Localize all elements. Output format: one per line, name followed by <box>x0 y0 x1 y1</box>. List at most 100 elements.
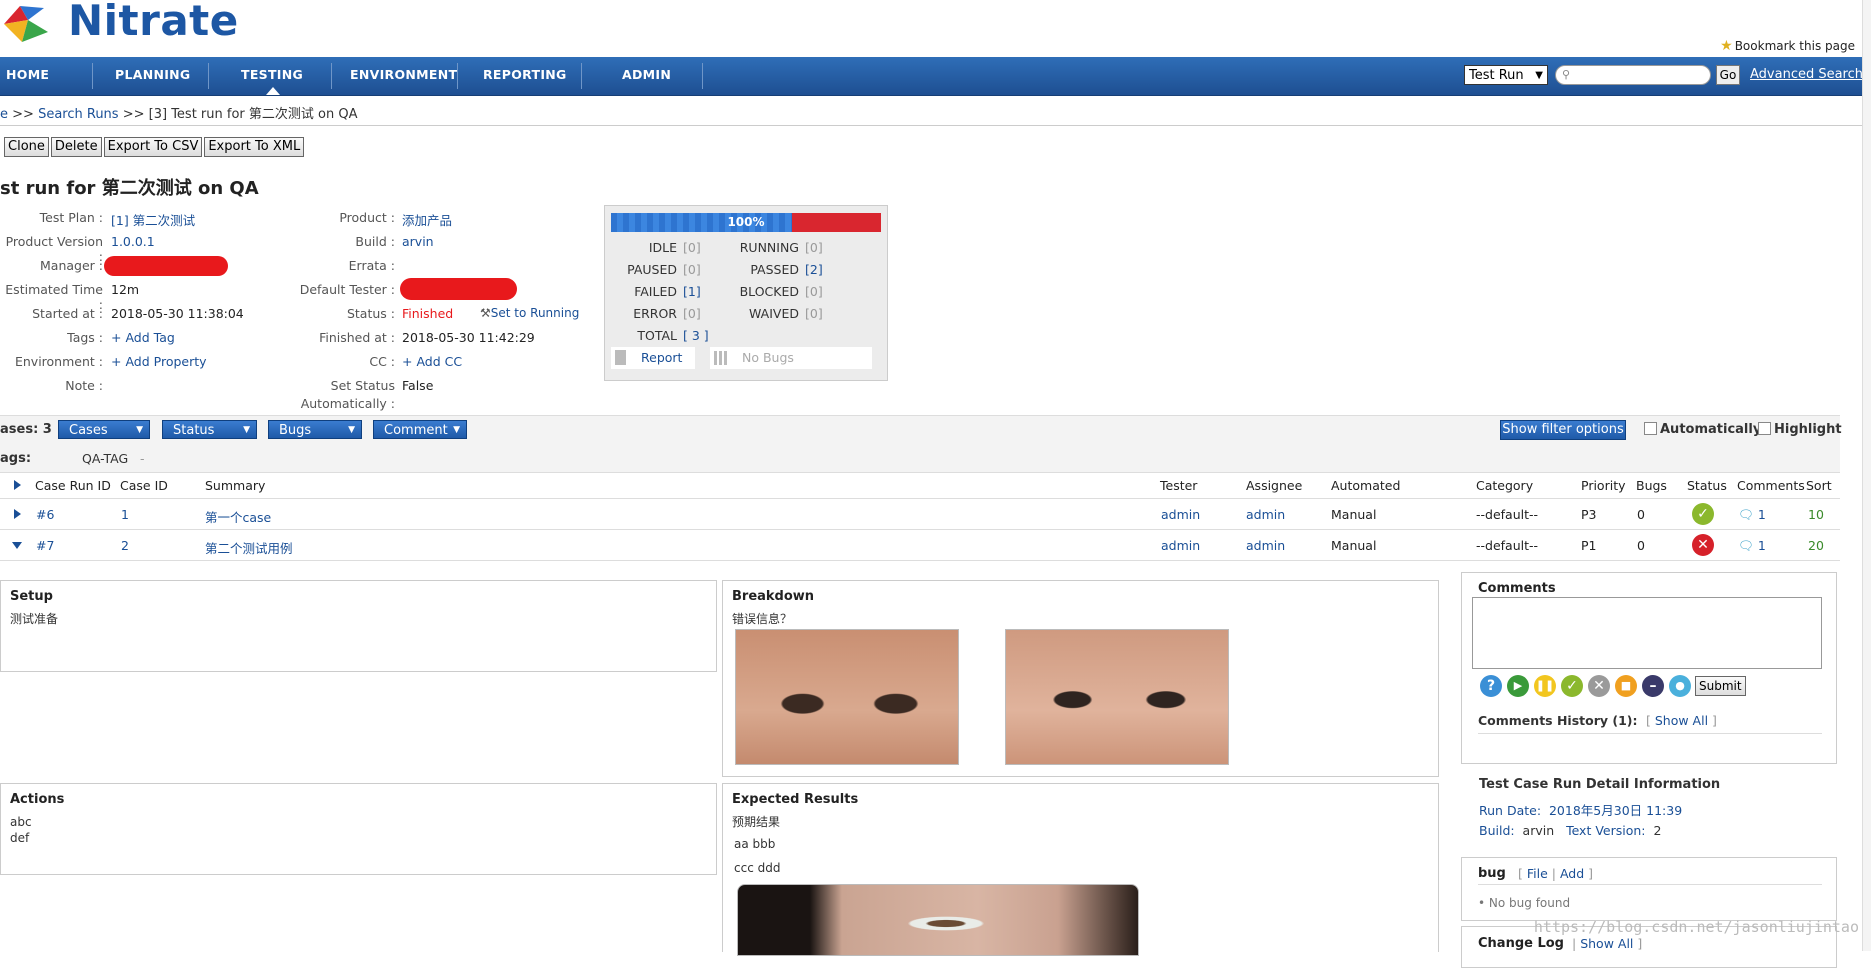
set-to-running-link[interactable]: ⚒Set to Running <box>480 306 579 320</box>
remove-tag-link[interactable]: - <box>140 451 145 466</box>
assignee-link[interactable]: admin <box>1246 538 1285 553</box>
tester-link[interactable]: admin <box>1161 507 1200 522</box>
report-link[interactable]: Report <box>611 347 695 369</box>
progress-bar: 100% <box>611 213 881 232</box>
col-category[interactable]: Category <box>1476 478 1533 493</box>
stat-running-value[interactable]: [0] <box>805 240 823 255</box>
case-run-id-link[interactable]: #7 <box>36 538 54 553</box>
show-filter-options-button[interactable]: Show filter options <box>1500 420 1626 440</box>
breadcrumb-home[interactable]: e <box>0 107 8 122</box>
vertical-scrollbar[interactable] <box>1862 0 1871 951</box>
export-xml-button[interactable]: Export To XML <box>204 137 305 157</box>
stat-idle-value[interactable]: [0] <box>683 240 701 255</box>
col-summary[interactable]: Summary <box>205 478 265 493</box>
col-priority[interactable]: Priority <box>1581 478 1626 493</box>
comments-history-label: Comments History (1): <box>1478 713 1638 728</box>
go-button[interactable]: Go <box>1716 65 1740 85</box>
case-id-link[interactable]: 2 <box>121 538 129 553</box>
collapse-row-icon[interactable] <box>12 542 22 549</box>
no-bugs-label: No Bugs <box>742 350 794 365</box>
blocked-status-icon[interactable]: ■ <box>1615 675 1637 697</box>
nav-home[interactable]: HOME <box>6 57 49 95</box>
automatically-checkbox[interactable] <box>1644 422 1657 435</box>
nav-reporting[interactable]: REPORTING <box>483 57 567 95</box>
comments-link[interactable]: 🗨 1 <box>1738 538 1766 554</box>
col-status[interactable]: Status <box>1687 478 1727 493</box>
submit-comment-button[interactable]: Submit <box>1695 676 1746 696</box>
idle-status-icon[interactable]: ? <box>1480 675 1502 697</box>
col-tester[interactable]: Tester <box>1160 478 1197 493</box>
bugs-dropdown[interactable]: Bugs ▼ <box>268 420 362 439</box>
col-automated[interactable]: Automated <box>1331 478 1400 493</box>
product-label: Product : <box>339 210 395 225</box>
failed-status-icon[interactable]: ✕ <box>1692 534 1714 556</box>
change-log-show-all[interactable]: | Show All ] <box>1572 936 1642 951</box>
sort-value[interactable]: 20 <box>1808 538 1824 553</box>
expand-row-icon[interactable] <box>14 509 21 519</box>
expand-all-icon[interactable] <box>14 480 21 490</box>
bugs-value: 0 <box>1637 538 1645 553</box>
stat-paused-value[interactable]: [0] <box>683 262 701 277</box>
build-link[interactable]: arvin <box>402 234 434 249</box>
col-assignee[interactable]: Assignee <box>1246 478 1302 493</box>
summary-link[interactable]: 第一个case <box>205 507 271 526</box>
stat-error-value[interactable]: [0] <box>683 306 701 321</box>
passed-status-icon[interactable]: ✓ <box>1692 503 1714 525</box>
bookmark-link[interactable]: ★ Bookmark this page <box>1720 38 1855 54</box>
add-property-link[interactable]: + Add Property <box>111 354 207 369</box>
tester-link[interactable]: admin <box>1161 538 1200 553</box>
nitrate-logo[interactable]: Nitrate <box>0 0 260 56</box>
comments-link[interactable]: 🗨 1 <box>1738 507 1766 523</box>
tag-item[interactable]: QA-TAG <box>82 451 128 466</box>
sort-value[interactable]: 10 <box>1808 507 1824 522</box>
comment-dropdown[interactable]: Comment ▼ <box>373 420 467 439</box>
col-comments[interactable]: Comments <box>1737 478 1805 493</box>
case-id-link[interactable]: 1 <box>121 507 129 522</box>
failed-status-icon[interactable]: ✕ <box>1588 675 1610 697</box>
error-status-icon[interactable]: – <box>1642 675 1664 697</box>
nav-planning[interactable]: PLANNING <box>115 57 191 95</box>
col-case-id[interactable]: Case ID <box>120 478 168 493</box>
stat-waived-value[interactable]: [0] <box>805 306 823 321</box>
add-bug-link[interactable]: Add <box>1560 866 1584 881</box>
stat-passed-value[interactable]: [2] <box>805 262 823 277</box>
col-bugs[interactable]: Bugs <box>1636 478 1667 493</box>
status-dropdown[interactable]: Status ▼ <box>162 420 257 439</box>
add-tag-link[interactable]: + Add Tag <box>111 330 175 345</box>
col-case-run-id[interactable]: Case Run ID <box>35 478 111 493</box>
comment-textarea[interactable] <box>1472 597 1822 669</box>
cases-dropdown[interactable]: Cases ▼ <box>58 420 150 439</box>
waived-status-icon[interactable]: ● <box>1669 675 1691 697</box>
file-bug-link[interactable]: File <box>1527 866 1548 881</box>
nav-admin[interactable]: ADMIN <box>622 57 671 95</box>
product-link[interactable]: 添加产品 <box>402 210 452 229</box>
expected-image[interactable] <box>737 884 1139 956</box>
case-table-header: Case Run ID Case ID Summary Tester Assig… <box>0 472 1840 499</box>
clone-button[interactable]: Clone <box>4 137 49 157</box>
export-csv-button[interactable]: Export To CSV <box>103 137 203 157</box>
comments-show-all[interactable]: [ Show All ] <box>1646 713 1717 728</box>
assignee-link[interactable]: admin <box>1246 507 1285 522</box>
paused-status-icon[interactable]: ❚❚ <box>1534 675 1556 697</box>
stat-failed-value[interactable]: [1] <box>683 284 701 299</box>
breakdown-image-1[interactable] <box>735 629 959 765</box>
add-cc-link[interactable]: + Add CC <box>402 354 462 369</box>
test-plan-link[interactable]: [1] 第二次测试 <box>111 210 195 229</box>
passed-status-icon[interactable]: ✓ <box>1561 675 1583 697</box>
nav-environment[interactable]: ENVIRONMENT <box>350 57 457 95</box>
breadcrumb-search-runs[interactable]: Search Runs <box>38 107 119 122</box>
advanced-search-link[interactable]: Advanced Search <box>1750 67 1863 82</box>
delete-button[interactable]: Delete <box>50 137 102 157</box>
col-sort[interactable]: Sort <box>1806 478 1832 493</box>
search-input[interactable]: ⚲ <box>1555 65 1711 85</box>
product-version-link[interactable]: 1.0.0.1 <box>111 234 155 249</box>
summary-link[interactable]: 第二个测试用例 <box>205 538 293 557</box>
stat-total-value[interactable]: [ 3 ] <box>683 328 709 343</box>
search-type-select[interactable]: Test Run ▼ <box>1464 65 1548 85</box>
stat-blocked-value[interactable]: [0] <box>805 284 823 299</box>
highlight-checkbox[interactable] <box>1758 422 1771 435</box>
running-status-icon[interactable]: ▶ <box>1507 675 1529 697</box>
breakdown-image-2[interactable] <box>1005 629 1229 765</box>
case-run-id-link[interactable]: #6 <box>36 507 54 522</box>
cc-label: CC : <box>369 354 395 369</box>
